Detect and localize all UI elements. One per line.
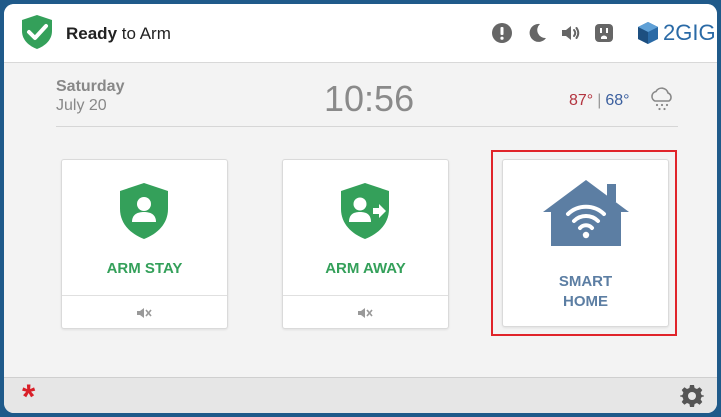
brand-name: 2GIG <box>663 20 716 45</box>
arm-away-button[interactable]: ARM AWAY <box>282 159 449 329</box>
temp-low: 68° <box>605 92 630 109</box>
speaker-icon[interactable] <box>559 22 581 44</box>
status-rest: to Arm <box>117 24 171 43</box>
day-of-week: Saturday <box>56 78 125 95</box>
snow-cloud-icon[interactable] <box>649 86 675 112</box>
top-status-bar: Ready to Arm 2GIG <box>4 4 717 63</box>
panel-screen: Ready to Arm 2GIG Saturday July 20 10:56… <box>4 4 717 413</box>
gear-icon[interactable] <box>680 384 704 408</box>
emergency-button[interactable]: * <box>22 380 35 413</box>
arm-stay-silent-toggle[interactable] <box>62 295 227 329</box>
divider <box>56 126 678 127</box>
arm-stay-label: ARM STAY <box>106 260 183 277</box>
temp-high: 87° <box>569 92 594 109</box>
shield-check-icon[interactable] <box>20 14 54 50</box>
arm-stay-button[interactable]: ARM STAY <box>61 159 228 329</box>
arm-away-label: ARM AWAY <box>325 260 406 277</box>
temp-separator: | <box>597 92 602 109</box>
moon-icon[interactable] <box>526 22 548 44</box>
arm-away-silent-toggle[interactable] <box>283 295 448 329</box>
temperature-display[interactable]: 87° | 68° <box>569 92 630 110</box>
calendar-date: July 20 <box>56 97 107 114</box>
shield-person-away-icon <box>341 183 389 239</box>
status-bold: Ready <box>66 24 118 43</box>
mute-icon <box>358 308 373 318</box>
alert-icon[interactable] <box>491 22 513 44</box>
shield-person-icon <box>120 183 168 239</box>
mute-icon <box>137 308 152 318</box>
system-status-text[interactable]: Ready to Arm <box>66 24 171 44</box>
bottom-bar: * <box>4 377 717 413</box>
clock-time: 10:56 <box>324 78 415 119</box>
outlet-icon[interactable] <box>593 22 615 44</box>
brand-cube-icon <box>638 22 658 44</box>
brand-logo: 2GIG <box>637 18 716 48</box>
highlight-box <box>491 150 677 336</box>
date-display: Saturday July 20 <box>56 77 124 115</box>
